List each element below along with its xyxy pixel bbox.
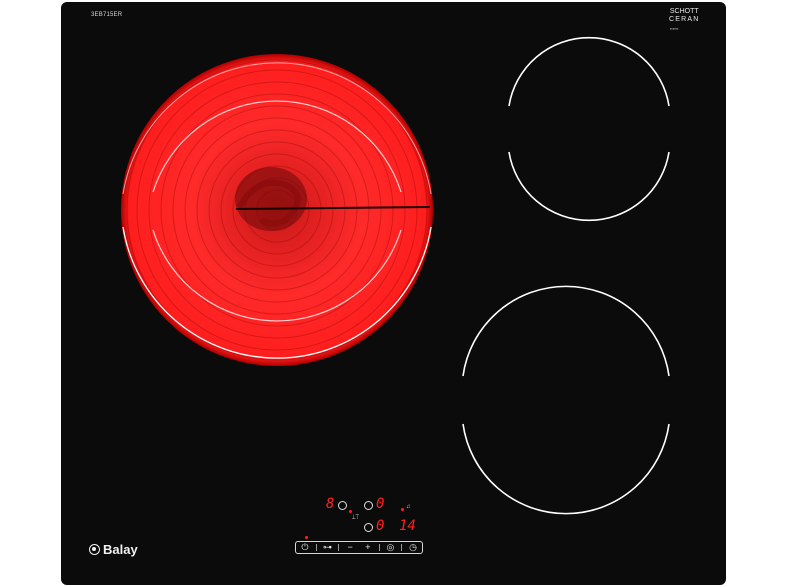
timer-button[interactable]: ◷	[406, 543, 420, 552]
zone-top-display: 0	[376, 496, 385, 512]
indicator-dot	[401, 508, 404, 511]
booster-icon: ⟘⟙	[352, 515, 360, 521]
zone-level-display: 8	[326, 496, 335, 512]
brand-mark-icon	[89, 544, 100, 555]
bell-icon: ♫	[406, 504, 411, 510]
minus-button[interactable]: −	[343, 543, 357, 552]
power-indicator-dot	[305, 536, 308, 539]
plus-button[interactable]: +	[361, 543, 375, 552]
zone-select-large[interactable]	[338, 501, 347, 510]
timer-display: 14	[399, 518, 416, 534]
cooking-zones	[121, 36, 670, 515]
small-zone-top-right	[508, 36, 670, 222]
brand-logo: Balay	[89, 542, 138, 557]
indicator-dot	[349, 510, 352, 513]
power-button[interactable]: ⏻	[298, 543, 312, 552]
medium-zone-bottom-right	[462, 285, 670, 515]
large-zone-active	[121, 54, 433, 366]
ceramic-hob: 3EB715ER SCHOTT CERAN ▪▪▪▪▪▪ Balay 8 ⟘⟙ …	[61, 2, 726, 585]
zone-select-bottom[interactable]	[364, 523, 373, 532]
touch-control-panel: ⏻ ⊶ − + ◎ ◷	[295, 541, 423, 554]
child-lock-button[interactable]: ⊶	[320, 543, 334, 552]
zone-select-button[interactable]: ◎	[383, 543, 397, 552]
zone-select-top[interactable]	[364, 501, 373, 510]
zone-bottom-display: 0	[376, 518, 385, 534]
